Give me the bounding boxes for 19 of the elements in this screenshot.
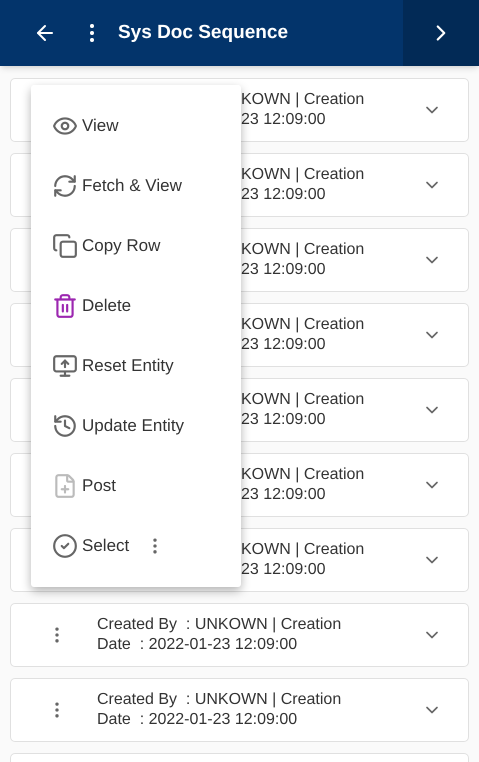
- record-text: KOWN | Creation: [241, 390, 366, 410]
- record-text: 23 12:09:00: [241, 185, 327, 205]
- record-text: 23 12:09:00: [241, 410, 327, 430]
- page-title: Sys Doc Sequence: [118, 20, 290, 45]
- record-text: 23 12:09:00: [241, 560, 327, 580]
- record-text: 23 12:09:00: [241, 110, 327, 130]
- record-text: KOWN | Creation: [241, 540, 366, 560]
- record-text: KOWN | Creation: [241, 315, 366, 335]
- record-text: 23 12:09:00: [241, 485, 327, 505]
- record-text: KOWN | Creation: [241, 240, 366, 260]
- record-text: 23 12:09:00: [241, 260, 327, 280]
- record-text: Created By : UNKOWN | Creation: [97, 615, 342, 635]
- record-text: KOWN | Creation: [241, 90, 366, 110]
- record-text: Date : 2022-01-23 12:09:00: [97, 710, 298, 730]
- record-text: KOWN | Creation: [241, 465, 366, 485]
- record-text: KOWN | Creation: [241, 165, 366, 185]
- record-text: 23 12:09:00: [241, 335, 327, 355]
- record-text: Created By : UNKOWN | Creation: [97, 690, 342, 710]
- record-text: Date : 2022-01-23 12:09:00: [97, 635, 298, 655]
